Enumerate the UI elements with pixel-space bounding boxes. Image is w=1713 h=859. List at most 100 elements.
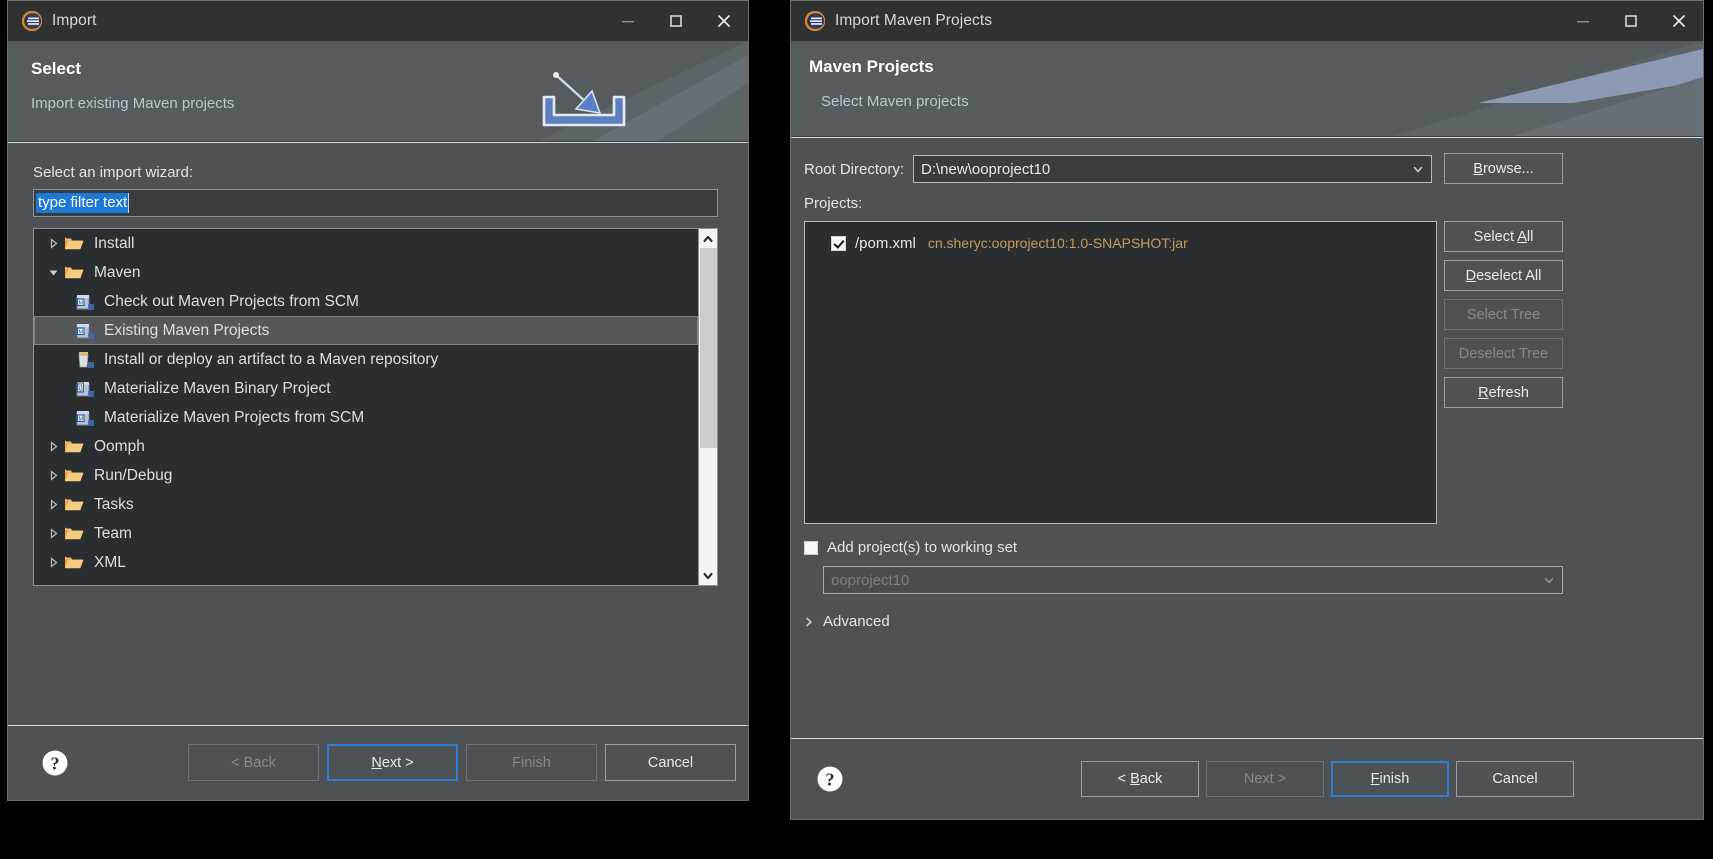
maven-wizard-icon: M — [74, 408, 96, 428]
maximize-icon[interactable] — [1607, 1, 1655, 41]
maven-projects-body: Root Directory: D:\new\ooproject10 Brows… — [791, 138, 1703, 738]
left-footer-buttons: < Back Next > Finish Cancel — [188, 744, 736, 781]
maven-wizard-banner-icon — [1393, 41, 1703, 136]
close-icon[interactable] — [1655, 1, 1703, 41]
finish-button-label: Finish — [512, 754, 551, 771]
root-directory-label: Root Directory: — [804, 161, 905, 178]
maven-wizard-icon: M — [74, 292, 96, 312]
svg-text:M: M — [78, 329, 83, 335]
left-dialog-banner: Select Import existing Maven projects — [8, 41, 748, 142]
wizard-tree[interactable]: Install Maven M Check out Maven Projects fr… — [33, 228, 718, 586]
minimize-icon[interactable] — [1559, 1, 1607, 41]
root-directory-combo[interactable]: D:\new\ooproject10 — [913, 155, 1432, 183]
banner-title: Select — [31, 59, 82, 78]
browse-button-label: Browse... — [1473, 160, 1534, 177]
help-icon[interactable]: ? — [41, 749, 69, 777]
help-icon[interactable]: ? — [816, 765, 844, 793]
tree-item-label: Tasks — [94, 495, 134, 513]
project-pom-path: /pom.xml — [855, 234, 916, 252]
folder-icon — [64, 263, 86, 283]
left-dialog-titlebar[interactable]: Import — [8, 1, 748, 41]
folder-icon — [64, 524, 86, 544]
next-button-label: Next > — [371, 754, 414, 771]
maximize-icon[interactable] — [652, 1, 700, 41]
refresh-button-label: Refresh — [1478, 384, 1529, 401]
deselect-tree-button-label: Deselect Tree — [1458, 345, 1549, 362]
advanced-section-toggle[interactable]: Advanced — [804, 613, 890, 630]
twisty-collapsed-icon[interactable] — [42, 528, 64, 539]
right-footer-buttons: < Back Next > Finish Cancel — [1081, 761, 1574, 797]
working-set-combo[interactable]: ooproject10 — [823, 566, 1563, 594]
text-caret — [128, 193, 130, 213]
maven-deploy-icon — [74, 350, 96, 370]
tree-item-oomph[interactable]: Oomph — [34, 432, 698, 461]
import-wizard-dialog: Import Select Import existing Maven proj… — [7, 0, 749, 801]
browse-button[interactable]: Browse... — [1444, 153, 1563, 184]
import-wizard-banner-icon — [538, 41, 748, 141]
tree-item-team[interactable]: Team — [34, 519, 698, 548]
tree-item-existing-maven-projects[interactable]: M Existing Maven Projects — [34, 316, 698, 345]
wizard-tree-rows: Install Maven M Check out Maven Projects fr… — [34, 229, 698, 585]
tree-vertical-scrollbar[interactable] — [698, 229, 717, 585]
right-dialog-banner: Maven Projects Select Maven projects — [791, 41, 1703, 137]
add-to-working-set-checkbox[interactable]: Add project(s) to working set — [804, 539, 1017, 556]
eclipse-logo-icon — [21, 10, 43, 32]
checkbox-box — [804, 540, 818, 555]
cancel-button[interactable]: Cancel — [605, 744, 736, 781]
tree-item-install-or-deploy-an-artifact-to-a-maven-repository[interactable]: Install or deploy an artifact to a Maven… — [34, 345, 698, 374]
cancel-button[interactable]: Cancel — [1456, 761, 1574, 797]
svg-text:M: M — [78, 387, 82, 393]
tree-item-label: Install — [94, 234, 135, 252]
tree-item-materialize-maven-projects-from-scm[interactable]: M Materialize Maven Projects from SCM — [34, 403, 698, 432]
select-tree-button-label: Select Tree — [1466, 306, 1541, 323]
tree-item-maven[interactable]: Maven — [34, 258, 698, 287]
add-to-working-set-label: Add project(s) to working set — [827, 539, 1018, 556]
tree-item-materialize-maven-binary-project[interactable]: 01 M Materialize Maven Binary Project — [34, 374, 698, 403]
right-dialog-titlebar[interactable]: Import Maven Projects — [791, 1, 1703, 41]
finish-button[interactable]: Finish — [1331, 761, 1449, 797]
twisty-expanded-icon[interactable] — [42, 267, 64, 278]
projects-side-buttons: Select All Deselect All Select Tree Deselec… — [1444, 221, 1563, 408]
filter-input[interactable]: type filter text — [33, 189, 718, 217]
deselect-all-button-label: Deselect All — [1465, 267, 1542, 284]
projects-list[interactable]: /pom.xml cn.sheryc:ooproject10:1.0-SNAPSH… — [804, 221, 1437, 524]
twisty-collapsed-icon[interactable] — [42, 557, 64, 568]
tree-item-run-debug[interactable]: Run/Debug — [34, 461, 698, 490]
tree-item-install[interactable]: Install — [34, 229, 698, 258]
refresh-button[interactable]: Refresh — [1444, 377, 1563, 408]
desktop-background: Import Select Import existing Maven proj… — [0, 0, 1713, 859]
tree-item-tasks[interactable]: Tasks — [34, 490, 698, 519]
deselect-all-button[interactable]: Deselect All — [1444, 260, 1563, 291]
twisty-collapsed-icon[interactable] — [42, 238, 64, 249]
back-button: < Back — [188, 744, 319, 781]
project-row[interactable]: /pom.xml cn.sheryc:ooproject10:1.0-SNAPSH… — [805, 229, 1436, 257]
chevron-down-icon[interactable] — [699, 566, 717, 585]
tree-item-label: XML — [94, 553, 126, 571]
twisty-collapsed-icon[interactable] — [42, 470, 64, 481]
svg-text:?: ? — [51, 754, 60, 774]
import-maven-projects-dialog: Import Maven Projects Maven Projects Sel… — [790, 0, 1704, 820]
scrollbar-thumb[interactable] — [700, 248, 717, 448]
tree-item-label: Check out Maven Projects from SCM — [104, 292, 359, 310]
maven-binary-icon: 01 M — [74, 379, 96, 399]
folder-icon — [64, 466, 86, 486]
next-button-label: Next > — [1243, 771, 1287, 787]
chevron-up-icon[interactable] — [699, 229, 717, 248]
maven-wizard-icon: M — [74, 321, 96, 341]
tree-item-label: Maven — [94, 263, 141, 281]
project-checkbox[interactable] — [831, 235, 846, 251]
projects-label: Projects: — [804, 195, 863, 212]
cancel-button-label: Cancel — [1492, 771, 1538, 787]
twisty-collapsed-icon[interactable] — [42, 499, 64, 510]
banner-subtitle: Select Maven projects — [821, 93, 969, 110]
close-icon[interactable] — [700, 1, 748, 41]
minimize-icon[interactable] — [604, 1, 652, 41]
chevron-down-icon[interactable] — [1536, 574, 1562, 586]
chevron-down-icon[interactable] — [1405, 163, 1431, 175]
tree-item-check-out-maven-projects-from-scm[interactable]: M Check out Maven Projects from SCM — [34, 287, 698, 316]
back-button[interactable]: < Back — [1081, 761, 1199, 797]
select-all-button[interactable]: Select All — [1444, 221, 1563, 252]
tree-item-xml[interactable]: XML — [34, 548, 698, 577]
next-button[interactable]: Next > — [327, 744, 458, 781]
twisty-collapsed-icon[interactable] — [42, 441, 64, 452]
